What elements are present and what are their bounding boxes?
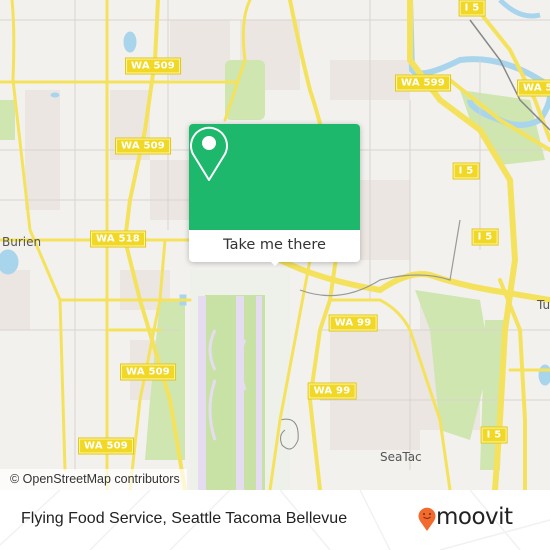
road-shield: WA 509 xyxy=(126,58,180,74)
place-label-seatac: SeaTac xyxy=(380,450,422,464)
road-shield: WA 509 xyxy=(121,364,175,380)
road-shield: I 5 xyxy=(453,163,479,179)
road-shield: WA 518 xyxy=(91,231,145,247)
moovit-smiley-pin-icon xyxy=(418,507,436,531)
road-shield: WA 99 xyxy=(308,383,356,399)
road-shield: WA 599 xyxy=(518,80,550,96)
road-shield: WA 99 xyxy=(329,315,377,331)
road-shield: WA 599 xyxy=(396,75,450,91)
popup-header xyxy=(189,124,360,230)
place-label-tukwila: Tu xyxy=(537,298,550,312)
road-shield: WA 509 xyxy=(116,138,170,154)
popup-pointer xyxy=(267,258,283,266)
location-pin-icon xyxy=(190,126,228,181)
road-shield: I 5 xyxy=(459,0,485,16)
destination-popup: Take me there xyxy=(189,124,360,266)
footer-bar: Flying Food Service, Seattle Tacoma Bell… xyxy=(0,490,550,550)
map-attribution[interactable]: © OpenStreetMap contributors xyxy=(0,469,187,490)
road-shield: WA 509 xyxy=(79,438,133,454)
moovit-wordmark: moovit xyxy=(436,504,513,530)
airport-airfield xyxy=(190,270,299,490)
map-canvas[interactable]: WA 509 WA 509 WA 518 WA 509 WA 509 WA 59… xyxy=(0,0,550,490)
place-name: Flying Food Service, Seattle Tacoma Bell… xyxy=(21,510,348,527)
road-shield: I 5 xyxy=(472,229,498,245)
road-shield: I 5 xyxy=(481,427,507,443)
place-label-burien: Burien xyxy=(2,235,42,249)
